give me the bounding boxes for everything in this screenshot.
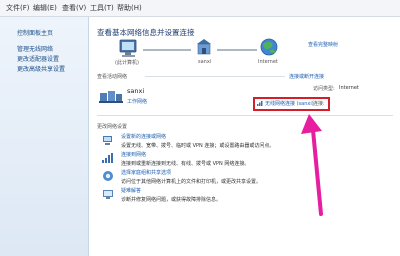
annotation-arrow-icon <box>301 114 323 216</box>
